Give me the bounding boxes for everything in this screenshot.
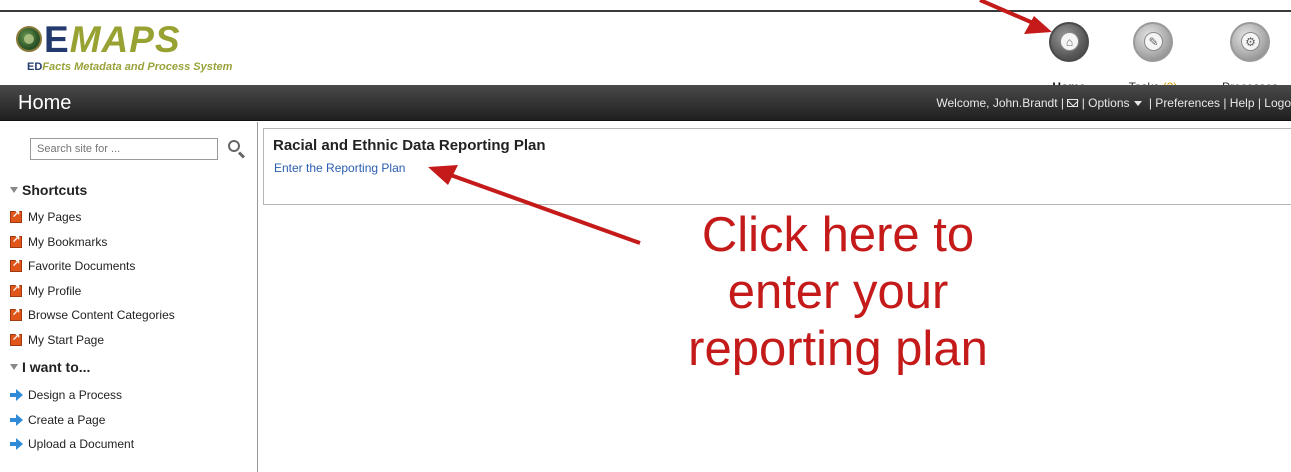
chevron-down-icon[interactable] xyxy=(1133,101,1142,106)
logo-title: EMAPS xyxy=(44,19,181,60)
shortcut-my-profile[interactable]: My Profile xyxy=(10,283,81,298)
arrow-right-icon xyxy=(10,389,23,401)
enter-reporting-plan-link[interactable]: Enter the Reporting Plan xyxy=(274,161,405,175)
shortcuts-heading[interactable]: Shortcuts xyxy=(10,182,87,198)
annotation-callout: Click here to enter your reporting plan xyxy=(628,207,1048,378)
shortcut-icon xyxy=(10,209,22,223)
page-title: Home xyxy=(18,92,72,114)
nav-home-button[interactable]: ⌂ Home xyxy=(1029,22,1109,94)
separator: | xyxy=(1081,96,1085,110)
i-want-to-heading[interactable]: I want to... xyxy=(10,359,90,375)
tasks-icon: ✎ xyxy=(1133,22,1173,62)
shortcut-icon xyxy=(10,283,22,297)
logo-subtitle: EDFacts Metadata and Process System xyxy=(27,61,233,73)
search-row xyxy=(30,138,246,160)
shortcut-icon xyxy=(10,258,22,272)
annotation-line: enter your xyxy=(727,265,949,319)
triangle-down-icon xyxy=(10,187,18,193)
search-input[interactable] xyxy=(30,138,218,160)
arrow-right-icon xyxy=(10,438,23,450)
header: EMAPS EDFacts Metadata and Process Syste… xyxy=(0,10,1291,94)
triangle-down-icon xyxy=(10,364,18,370)
mail-icon[interactable] xyxy=(1067,99,1079,107)
arrow-right-icon xyxy=(10,414,23,426)
app-window: EMAPS EDFacts Metadata and Process Syste… xyxy=(0,0,1291,472)
welcome-text: Welcome, John.Brandt | xyxy=(936,96,1064,110)
panel-title: Racial and Ethnic Data Reporting Plan xyxy=(273,137,546,154)
gear-icon: ⚙ xyxy=(1230,22,1270,62)
shortcut-my-bookmarks[interactable]: My Bookmarks xyxy=(10,234,107,249)
logout-link[interactable]: | Logout xyxy=(1258,96,1291,110)
home-icon: ⌂ xyxy=(1049,22,1089,62)
reporting-plan-panel: Racial and Ethnic Data Reporting Plan En… xyxy=(263,128,1291,205)
shortcut-favorite-documents[interactable]: Favorite Documents xyxy=(10,258,135,273)
shortcut-my-start-page[interactable]: My Start Page xyxy=(10,332,104,347)
shortcut-my-pages[interactable]: My Pages xyxy=(10,209,81,224)
sidebar: Shortcuts My Pages My Bookmarks Favorite… xyxy=(0,122,258,472)
preferences-link[interactable]: | Preferences xyxy=(1149,96,1220,110)
action-create-page[interactable]: Create a Page xyxy=(10,413,105,427)
user-links: Welcome, John.Brandt | | Options | Prefe… xyxy=(936,96,1291,110)
action-design-process[interactable]: Design a Process xyxy=(10,388,122,402)
shortcut-icon xyxy=(10,332,22,346)
nav-tasks-button[interactable]: ✎ Tasks (2) xyxy=(1113,22,1193,94)
title-bar: Home Welcome, John.Brandt | | Options | … xyxy=(0,85,1291,121)
action-upload-document[interactable]: Upload a Document xyxy=(10,437,134,451)
annotation-line: Click here to xyxy=(701,208,975,262)
help-link[interactable]: | Help xyxy=(1223,96,1254,110)
annotation-line: reporting plan xyxy=(688,322,988,376)
shortcut-browse-content-categories[interactable]: Browse Content Categories xyxy=(10,307,175,322)
shortcut-icon xyxy=(10,234,22,248)
shortcut-icon xyxy=(10,307,22,321)
options-menu[interactable]: Options xyxy=(1088,96,1129,110)
search-icon[interactable] xyxy=(228,140,246,159)
nav-processes-button[interactable]: ⚙ Processes xyxy=(1210,22,1290,94)
seal-icon xyxy=(16,26,42,52)
